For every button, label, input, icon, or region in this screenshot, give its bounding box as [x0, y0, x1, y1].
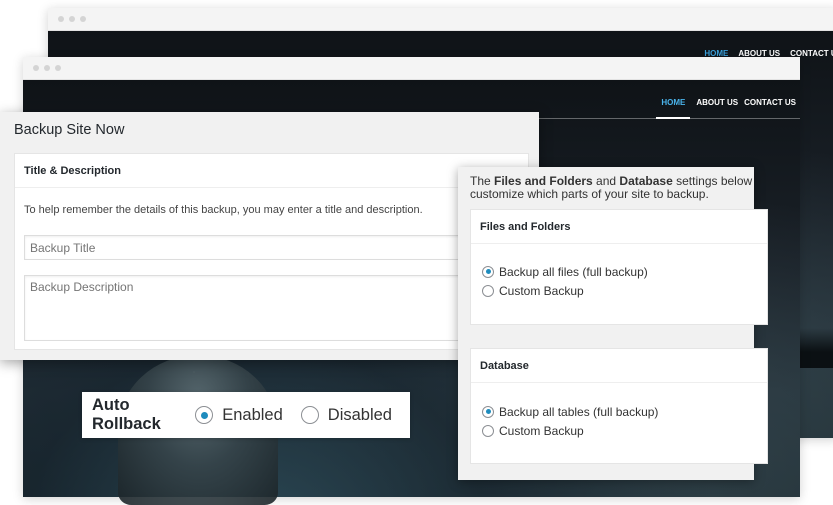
section-description: To help remember the details of this bac…	[24, 204, 423, 216]
files-options: Backup all files (full backup) Custom Ba…	[482, 262, 648, 300]
window-dots	[58, 16, 86, 22]
database-option-full[interactable]: Backup all tables (full backup)	[482, 402, 658, 421]
auto-rollback-control: Auto Rollback Enabled Disabled	[82, 392, 410, 438]
database-heading: Database	[471, 349, 767, 383]
files-option-custom[interactable]: Custom Backup	[482, 281, 648, 300]
intro-files-bold: Files and Folders	[494, 174, 593, 188]
panel-title: Backup Site Now	[14, 122, 125, 138]
rollback-enabled-option[interactable]: Enabled	[195, 406, 283, 425]
option-label: Custom Backup	[499, 423, 584, 438]
intro-text: and	[592, 174, 620, 188]
window-dot	[58, 16, 64, 22]
window-dot	[69, 16, 75, 22]
nav-contact-us[interactable]: CONTACT US	[744, 80, 796, 119]
files-option-full[interactable]: Backup all files (full backup)	[482, 262, 648, 281]
window-dot	[44, 65, 50, 71]
nav-home[interactable]: HOME	[656, 80, 691, 119]
window-dots	[33, 65, 61, 71]
site-nav: HOME ABOUT US CONTACT US	[656, 80, 800, 119]
files-folders-heading: Files and Folders	[471, 210, 767, 244]
radio-icon[interactable]	[482, 284, 494, 297]
settings-intro: The Files and Folders and Database setti…	[470, 175, 760, 201]
option-label: Custom Backup	[499, 283, 584, 298]
rollback-disabled-option[interactable]: Disabled	[300, 405, 392, 425]
window-dot	[55, 65, 61, 71]
database-option-custom[interactable]: Custom Backup	[482, 421, 658, 440]
title-description-box: Title & Description To help remember the…	[14, 153, 529, 350]
option-label: Disabled	[327, 405, 392, 424]
intro-database-bold: Database	[619, 174, 673, 188]
nav-about-us[interactable]: ABOUT US	[696, 80, 738, 119]
backup-description-input[interactable]	[24, 275, 529, 341]
radio-selected-icon[interactable]	[195, 406, 214, 424]
window-dot	[33, 65, 39, 71]
window-dot	[80, 16, 86, 22]
option-label: Backup all files (full backup)	[499, 264, 648, 279]
radio-icon[interactable]	[482, 424, 494, 437]
radio-selected-icon[interactable]	[482, 405, 494, 418]
intro-text: The	[470, 174, 495, 188]
database-options: Backup all tables (full backup) Custom B…	[482, 402, 658, 440]
backup-title-input[interactable]	[24, 235, 529, 260]
section-title: Title & Description	[15, 154, 528, 188]
database-box: Database Backup all tables (full backup)…	[470, 348, 768, 464]
browser-chrome	[48, 8, 833, 31]
files-folders-box: Files and Folders Backup all files (full…	[470, 209, 768, 325]
option-label: Enabled	[222, 405, 283, 424]
option-label: Backup all tables (full backup)	[499, 404, 659, 419]
radio-selected-icon[interactable]	[482, 265, 494, 278]
radio-icon[interactable]	[300, 406, 319, 424]
auto-rollback-label: Auto Rollback	[92, 396, 161, 433]
backup-settings-panel: The Files and Folders and Database setti…	[458, 167, 768, 480]
browser-chrome	[23, 57, 800, 80]
